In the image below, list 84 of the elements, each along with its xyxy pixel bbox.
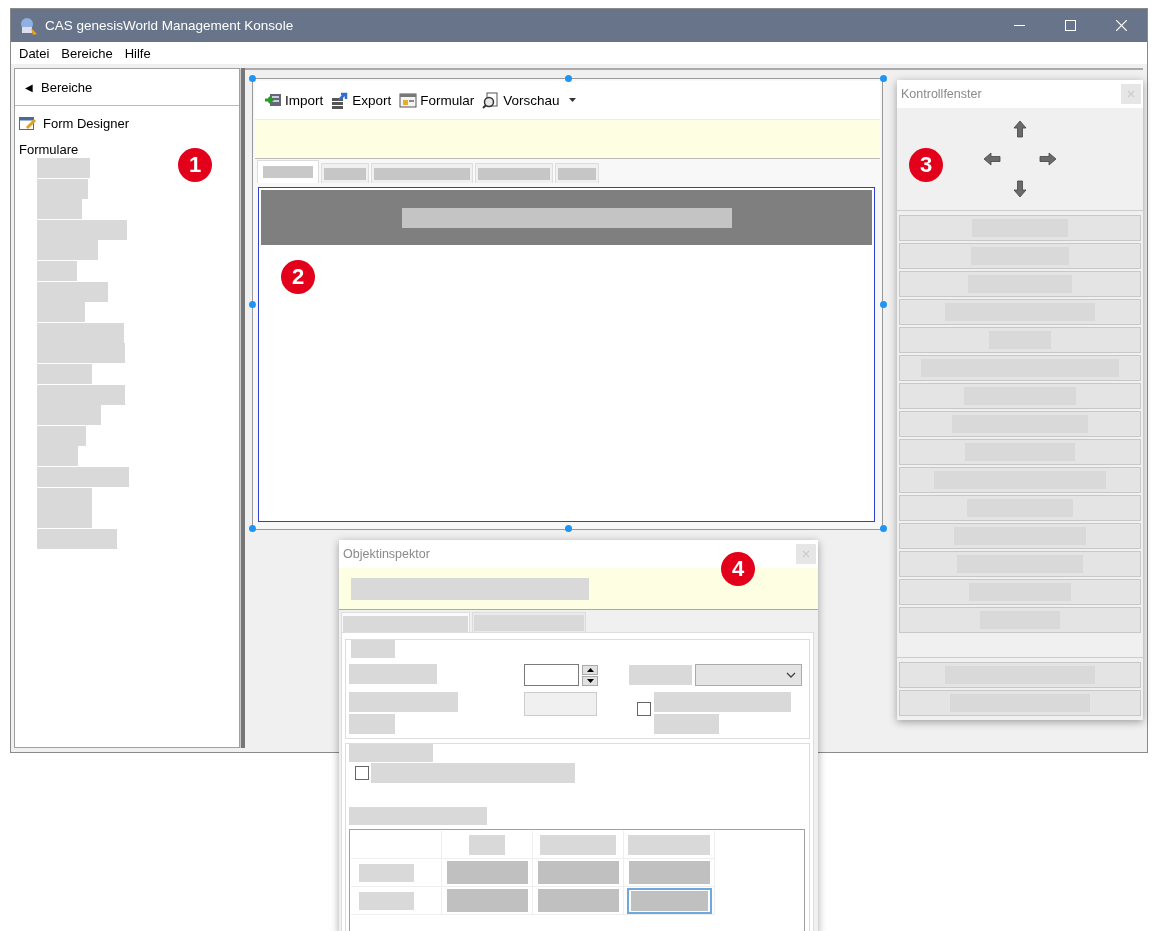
number-field[interactable] [524,664,579,686]
sidebar-item[interactable]: Form Designer [19,116,239,131]
control-button[interactable] [899,411,1141,437]
control-button[interactable] [899,243,1141,269]
resize-handle[interactable] [565,75,572,82]
spin-down-button[interactable] [582,675,598,686]
control-button[interactable] [899,662,1141,688]
maximize-icon [1065,20,1076,31]
redacted-block [37,405,101,426]
redacted-block [478,167,550,180]
control-button[interactable] [899,690,1141,716]
arrow-tray-icon [264,92,282,108]
control-button[interactable] [899,551,1141,577]
control-button[interactable] [899,355,1141,381]
checkbox[interactable] [637,702,651,716]
caret-down-icon [586,678,594,683]
close-icon [802,550,810,558]
caret-up-icon [586,667,594,672]
stack-arrow-icon [331,91,350,109]
redacted-block [558,167,596,180]
redacted-block [654,714,719,734]
arrow-down-icon[interactable] [1012,180,1028,198]
arrow-left-icon[interactable] [983,151,1001,167]
menu-item[interactable]: Bereiche [55,45,119,61]
tab[interactable] [257,160,319,183]
magnifier-icon [482,91,501,109]
close-icon [1127,90,1135,98]
control-button[interactable] [899,327,1141,353]
toolbar-button[interactable]: Formular [398,92,476,108]
redacted-block [349,714,395,734]
form-edit-icon [19,116,37,131]
redacted-block [37,178,88,199]
redacted-block [263,166,313,178]
minimize-icon [1014,24,1025,27]
control-button[interactable] [899,467,1141,493]
resize-handle[interactable] [249,301,256,308]
spin-up-button[interactable] [582,664,598,675]
redacted-block [469,834,505,855]
control-button[interactable] [899,271,1141,297]
window-title: CAS genesisWorld Management Konsole [45,18,295,33]
redacted-block [359,863,414,882]
toolbar-button[interactable]: Import [263,92,325,108]
toolbar-button[interactable]: Vorschau [481,91,577,109]
redacted-block [359,891,414,910]
control-button[interactable] [899,579,1141,605]
arrow-up-icon[interactable] [1012,120,1028,138]
close-icon [1116,20,1127,31]
panel-title: Kontrollfenster [901,87,982,101]
menu-item[interactable]: Datei [13,45,56,61]
control-button[interactable] [899,383,1141,409]
redacted-block [629,665,692,685]
resize-handle[interactable] [880,75,887,82]
redacted-block [37,158,90,178]
redacted-block [324,167,366,180]
resize-handle[interactable] [249,525,256,532]
resize-handle[interactable] [565,525,572,532]
dropdown-field[interactable] [695,664,802,686]
redacted-block [37,425,86,446]
control-button[interactable] [899,495,1141,521]
control-button[interactable] [899,523,1141,549]
form-window-icon [399,92,418,108]
resize-handle[interactable] [249,75,256,82]
chevron-icon [786,672,796,678]
resize-handle[interactable] [880,301,887,308]
number-marker: 1 [178,148,212,182]
checkbox[interactable] [355,766,369,780]
number-marker: 2 [281,260,315,294]
caret-icon [568,98,576,102]
panel-title: Objektinspektor [343,547,430,561]
app-icon [19,15,39,36]
arrow-right-icon[interactable] [1039,151,1057,167]
control-button[interactable] [899,439,1141,465]
tab[interactable] [475,163,553,183]
control-button[interactable] [899,215,1141,241]
control-button[interactable] [899,607,1141,633]
number-marker: 3 [909,148,943,182]
tab[interactable] [555,163,599,183]
control-button[interactable] [899,299,1141,325]
tab[interactable] [321,163,369,183]
menu-item[interactable]: Hilfe [118,45,157,61]
group-label: Formulare [19,142,80,157]
resize-handle[interactable] [880,525,887,532]
toolbar-button[interactable]: Export [330,91,393,109]
back-button[interactable]: ◀ Bereiche [15,69,239,106]
